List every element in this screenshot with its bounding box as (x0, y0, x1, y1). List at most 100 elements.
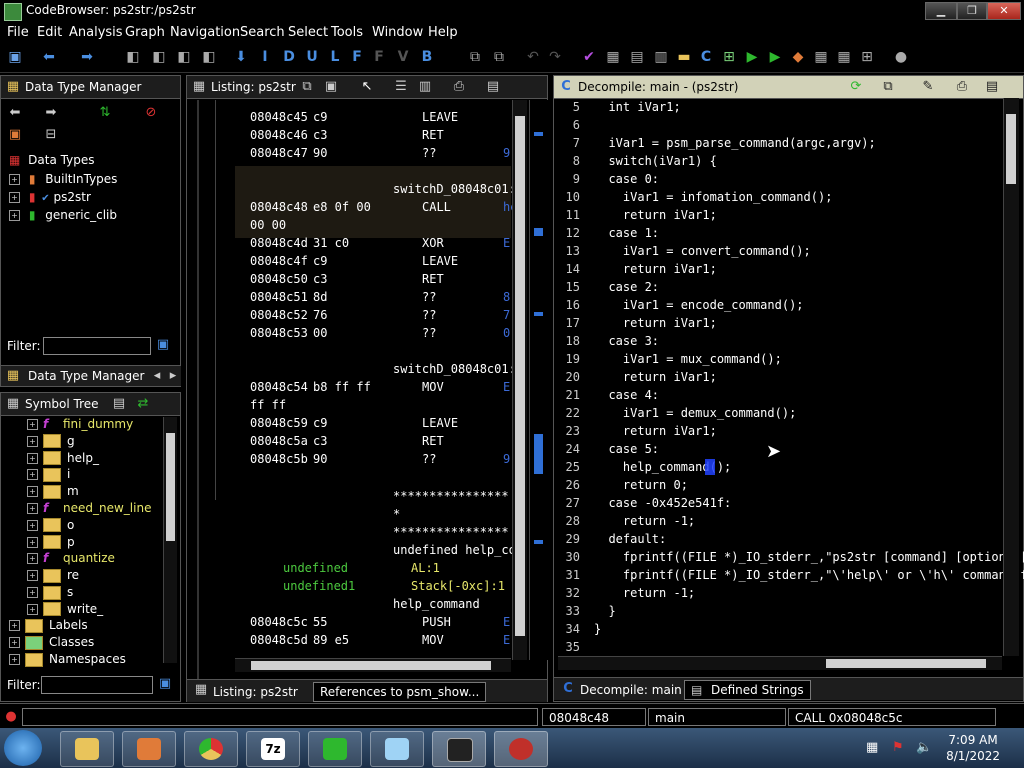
listing-address[interactable]: 08048c46 (250, 128, 308, 142)
listing-address[interactable]: 08048c50 (250, 272, 308, 286)
volume-icon[interactable]: 🔈 (916, 740, 932, 755)
listing-function-label[interactable]: help_command (393, 597, 480, 611)
maximize-button[interactable]: ❐ (957, 2, 987, 20)
create-namespace-icon[interactable]: ▤ (111, 396, 127, 412)
run-icon-2[interactable]: ▶ (766, 48, 784, 66)
listing-address[interactable]: 08048c53 (250, 326, 308, 340)
back-arrow-icon[interactable]: ⬅ (40, 48, 58, 66)
taskbar-console[interactable] (432, 731, 486, 767)
nav-undefined-icon[interactable]: U (303, 48, 321, 66)
listing-address[interactable]: 08048c5d (250, 633, 308, 647)
decompile-line[interactable]: 9 case 0: (560, 170, 659, 188)
expand-icon[interactable]: + (27, 553, 38, 565)
symbol-filter-input[interactable] (41, 676, 153, 694)
listing-operand[interactable]: 0 (503, 326, 510, 340)
filter-options-icon[interactable]: ▣ (155, 337, 171, 353)
decompile-line[interactable]: 23 return iVar1; (560, 422, 717, 440)
tool-icon-1[interactable]: ⧉ (466, 48, 484, 66)
expand-icon[interactable]: + (27, 452, 38, 464)
help-icon[interactable]: ● (892, 48, 910, 66)
listing-operand[interactable]: 9 (503, 452, 510, 466)
data-type-filter-input[interactable] (43, 337, 151, 355)
expand-icon[interactable]: + (9, 654, 20, 665)
nav-v-disabled-icon[interactable]: V (394, 48, 412, 66)
close-button[interactable]: ✕ (987, 2, 1021, 20)
listing-scrollbar[interactable] (512, 100, 527, 660)
symbol-tree-root[interactable]: + Namespaces (9, 652, 126, 667)
copy-icon[interactable]: ⧉ (880, 79, 896, 95)
nav-function-icon[interactable]: F (348, 48, 366, 66)
decompile-line[interactable]: 21 case 4: (560, 386, 659, 404)
symbol-tree-item[interactable]: + m (27, 484, 79, 499)
listing-mnemonic[interactable]: LEAVE (422, 254, 458, 268)
listing-operand[interactable]: 9 (503, 146, 510, 160)
decompile-line[interactable]: 34} (560, 620, 602, 638)
decompile-line[interactable]: 15 case 2: (560, 278, 659, 296)
expand-icon[interactable]: + (9, 620, 20, 631)
listing-operand[interactable]: 8 (503, 290, 510, 304)
listing-switch-label[interactable]: switchD_08048c01: (393, 182, 516, 196)
decompile-line[interactable]: 33 } (560, 602, 616, 620)
expand-icon[interactable]: + (27, 419, 38, 430)
listing-mnemonic[interactable]: MOV (422, 380, 444, 394)
tree-item-generic-clib[interactable]: + ▮ generic_clib (9, 208, 117, 222)
listing-mnemonic[interactable]: ?? (422, 146, 436, 160)
menu-file[interactable]: File (7, 25, 29, 40)
decompile-line[interactable]: 5 int iVar1; (560, 98, 681, 116)
nav-label-icon[interactable]: L (326, 48, 344, 66)
scroll-thumb[interactable] (1006, 114, 1016, 184)
taskbar-7zip[interactable]: 7z (246, 731, 300, 767)
listing-menu-icon[interactable]: ▤ (485, 79, 501, 95)
listing-function-signature[interactable]: undefined help_co (393, 543, 516, 557)
cursor-select-icon[interactable]: ↖ (359, 79, 375, 95)
expand-icon[interactable]: + (27, 486, 38, 498)
listing-mnemonic[interactable]: ?? (422, 290, 436, 304)
edit-icon[interactable]: ✎ (920, 79, 936, 95)
scroll-thumb[interactable] (515, 116, 525, 636)
tree-item-builtintypes[interactable]: + ▮ BuiltInTypes (9, 172, 117, 186)
nav-data-icon[interactable]: D (280, 48, 298, 66)
decompile-line[interactable]: 14 return iVar1; (560, 260, 717, 278)
decompile-line[interactable]: 12 case 1: (560, 224, 659, 242)
taskbar-ghidra[interactable] (494, 731, 548, 767)
forward-arrow-icon[interactable]: ➡ (43, 105, 59, 121)
decompile-line[interactable]: 13 iVar1 = convert_command(); (560, 242, 811, 260)
tab-left-arrow-icon[interactable]: ◂ (149, 368, 165, 384)
listing-mnemonic[interactable]: CALL (422, 200, 451, 214)
expand-icon[interactable]: + (27, 603, 38, 615)
symbol-tree-item[interactable]: + f fini_dummy (27, 417, 133, 431)
checkmark-icon[interactable]: ✔ (580, 48, 598, 66)
taskbar-explorer[interactable] (60, 731, 114, 767)
taskbar-chrome[interactable] (184, 731, 238, 767)
nav-f-disabled-icon[interactable]: F (370, 48, 388, 66)
symbol-tree-item[interactable]: + o (27, 518, 74, 533)
symbol-tree-root[interactable]: + Classes (9, 635, 94, 650)
listing-operand[interactable]: E (503, 236, 510, 250)
flag-icon[interactable]: ⚑ (892, 740, 904, 755)
symbol-tree-item[interactable]: + f quantize (27, 551, 115, 565)
tree-action-icon[interactable]: ⇅ (97, 105, 113, 121)
tool-icon-2[interactable]: ⧉ (490, 48, 508, 66)
snapshot-icon[interactable]: ⎙ (954, 79, 970, 95)
run-icon[interactable]: ▶ (743, 48, 761, 66)
expand-icon[interactable]: + (9, 174, 20, 185)
expand-icon[interactable]: + (27, 435, 38, 447)
taskbar-media-player[interactable] (122, 731, 176, 767)
start-button[interactable] (4, 730, 42, 766)
nav-icon-2[interactable]: ◧ (150, 48, 168, 66)
symbol-tree-root[interactable]: + Labels (9, 618, 88, 633)
overview-bar[interactable] (529, 100, 548, 660)
decompile-line[interactable]: 31 fprintf((FILE *)_IO_stderr_,"\'help\'… (560, 566, 1024, 584)
listing-h-scrollbar[interactable] (235, 658, 511, 672)
expand-icon[interactable]: + (27, 519, 38, 531)
tab-listing[interactable]: Listing: ps2str (213, 685, 298, 699)
listing-mnemonic[interactable]: PUSH (422, 615, 451, 629)
data-type-manager-tab[interactable]: ▦ Data Type Manager ◂ ▸ (1, 365, 181, 386)
tool-icon-7[interactable]: ▦ (812, 48, 830, 66)
decompile-line[interactable]: 19 iVar1 = mux_command(); (560, 350, 782, 368)
menu-navigation[interactable]: Navigation (170, 25, 240, 40)
decompile-scrollbar[interactable] (1003, 98, 1019, 656)
symbol-tree-item[interactable]: + s (27, 585, 73, 600)
tool-icon-8[interactable]: ▦ (835, 48, 853, 66)
listing-address[interactable]: 08048c5a (250, 434, 308, 448)
